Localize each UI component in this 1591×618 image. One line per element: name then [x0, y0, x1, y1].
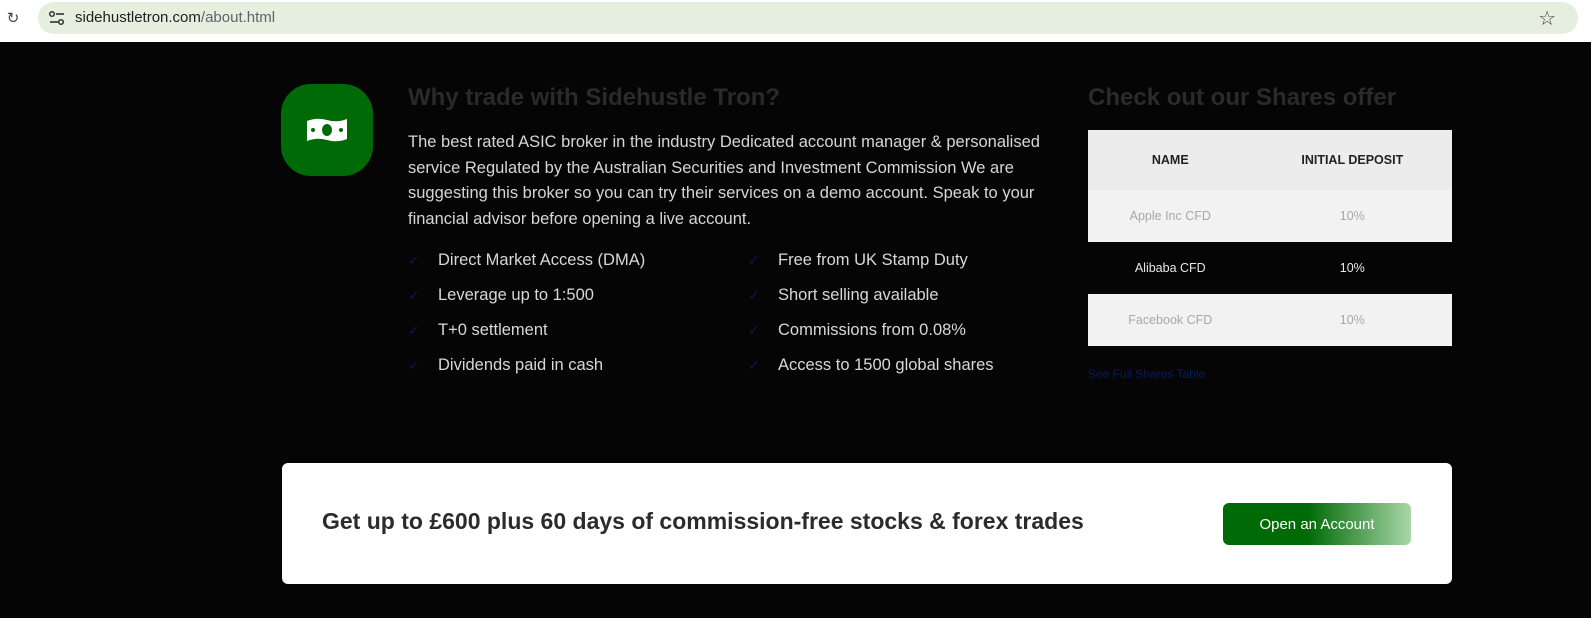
feature-item: ✓ Commissions from 0.08%	[748, 321, 966, 339]
table-header-row: NAME INITIAL DEPOSIT	[1088, 130, 1452, 190]
reload-icon[interactable]: ↻	[3, 8, 23, 28]
address-bar[interactable]: sidehustletron.com/about.html ☆	[38, 2, 1578, 34]
share-name-cell: Apple Inc CFD	[1088, 190, 1253, 242]
why-trade-heading: Why trade with Sidehustle Tron?	[408, 84, 781, 111]
check-icon: ✓	[748, 323, 760, 339]
column-header-name: NAME	[1088, 130, 1253, 190]
see-full-shares-table-link[interactable]: See Full Shares Table	[1088, 367, 1205, 381]
check-icon: ✓	[408, 253, 420, 269]
promo-text: Get up to £600 plus 60 days of commissio…	[322, 508, 1084, 534]
share-name-cell: Alibaba CFD	[1088, 242, 1253, 294]
feature-item: ✓ T+0 settlement	[408, 321, 548, 339]
feature-item: ✓ Dividends paid in cash	[408, 356, 604, 374]
table-row: Facebook CFD 10%	[1088, 294, 1452, 346]
feature-item: ✓ Short selling available	[748, 286, 939, 304]
check-icon: ✓	[748, 358, 760, 374]
share-deposit-cell: 10%	[1252, 242, 1452, 294]
share-deposit-cell: 10%	[1252, 190, 1452, 242]
check-icon: ✓	[408, 358, 420, 374]
money-icon-badge	[281, 84, 373, 176]
site-info-icon[interactable]	[48, 10, 66, 26]
shares-table: NAME INITIAL DEPOSIT Apple Inc CFD 10% A…	[1088, 130, 1452, 346]
feature-item: ✓ Free from UK Stamp Duty	[748, 251, 968, 269]
feature-item: ✓ Access to 1500 global shares	[748, 356, 994, 374]
column-header-initial-deposit: INITIAL DEPOSIT	[1252, 130, 1452, 190]
table-row: Apple Inc CFD 10%	[1088, 190, 1452, 242]
browser-toolbar: ↻ sidehustletron.com/about.html ☆	[0, 0, 1591, 42]
check-icon: ✓	[748, 253, 760, 269]
feature-item: ✓ Leverage up to 1:500	[408, 286, 594, 304]
promo-banner: Get up to £600 plus 60 days of commissio…	[282, 463, 1452, 584]
money-icon	[307, 118, 347, 142]
shares-offer-heading: Check out our Shares offer	[1088, 84, 1397, 111]
star-icon[interactable]: ☆	[1538, 6, 1556, 30]
check-icon: ✓	[408, 288, 420, 304]
url-domain: sidehustletron.com	[75, 9, 201, 26]
check-icon: ✓	[748, 288, 760, 304]
page-content: Why trade with Sidehustle Tron? The best…	[0, 42, 1591, 618]
check-icon: ✓	[408, 323, 420, 339]
feature-item: ✓ Direct Market Access (DMA)	[408, 251, 646, 269]
table-row: Alibaba CFD 10%	[1088, 242, 1452, 294]
url-text[interactable]: sidehustletron.com/about.html	[75, 9, 275, 26]
share-name-cell: Facebook CFD	[1088, 294, 1253, 346]
share-deposit-cell: 10%	[1252, 294, 1452, 346]
url-path: /about.html	[200, 9, 276, 26]
open-account-button[interactable]: Open an Account	[1223, 503, 1411, 545]
why-trade-description: The best rated ASIC broker in the indust…	[408, 133, 1040, 228]
